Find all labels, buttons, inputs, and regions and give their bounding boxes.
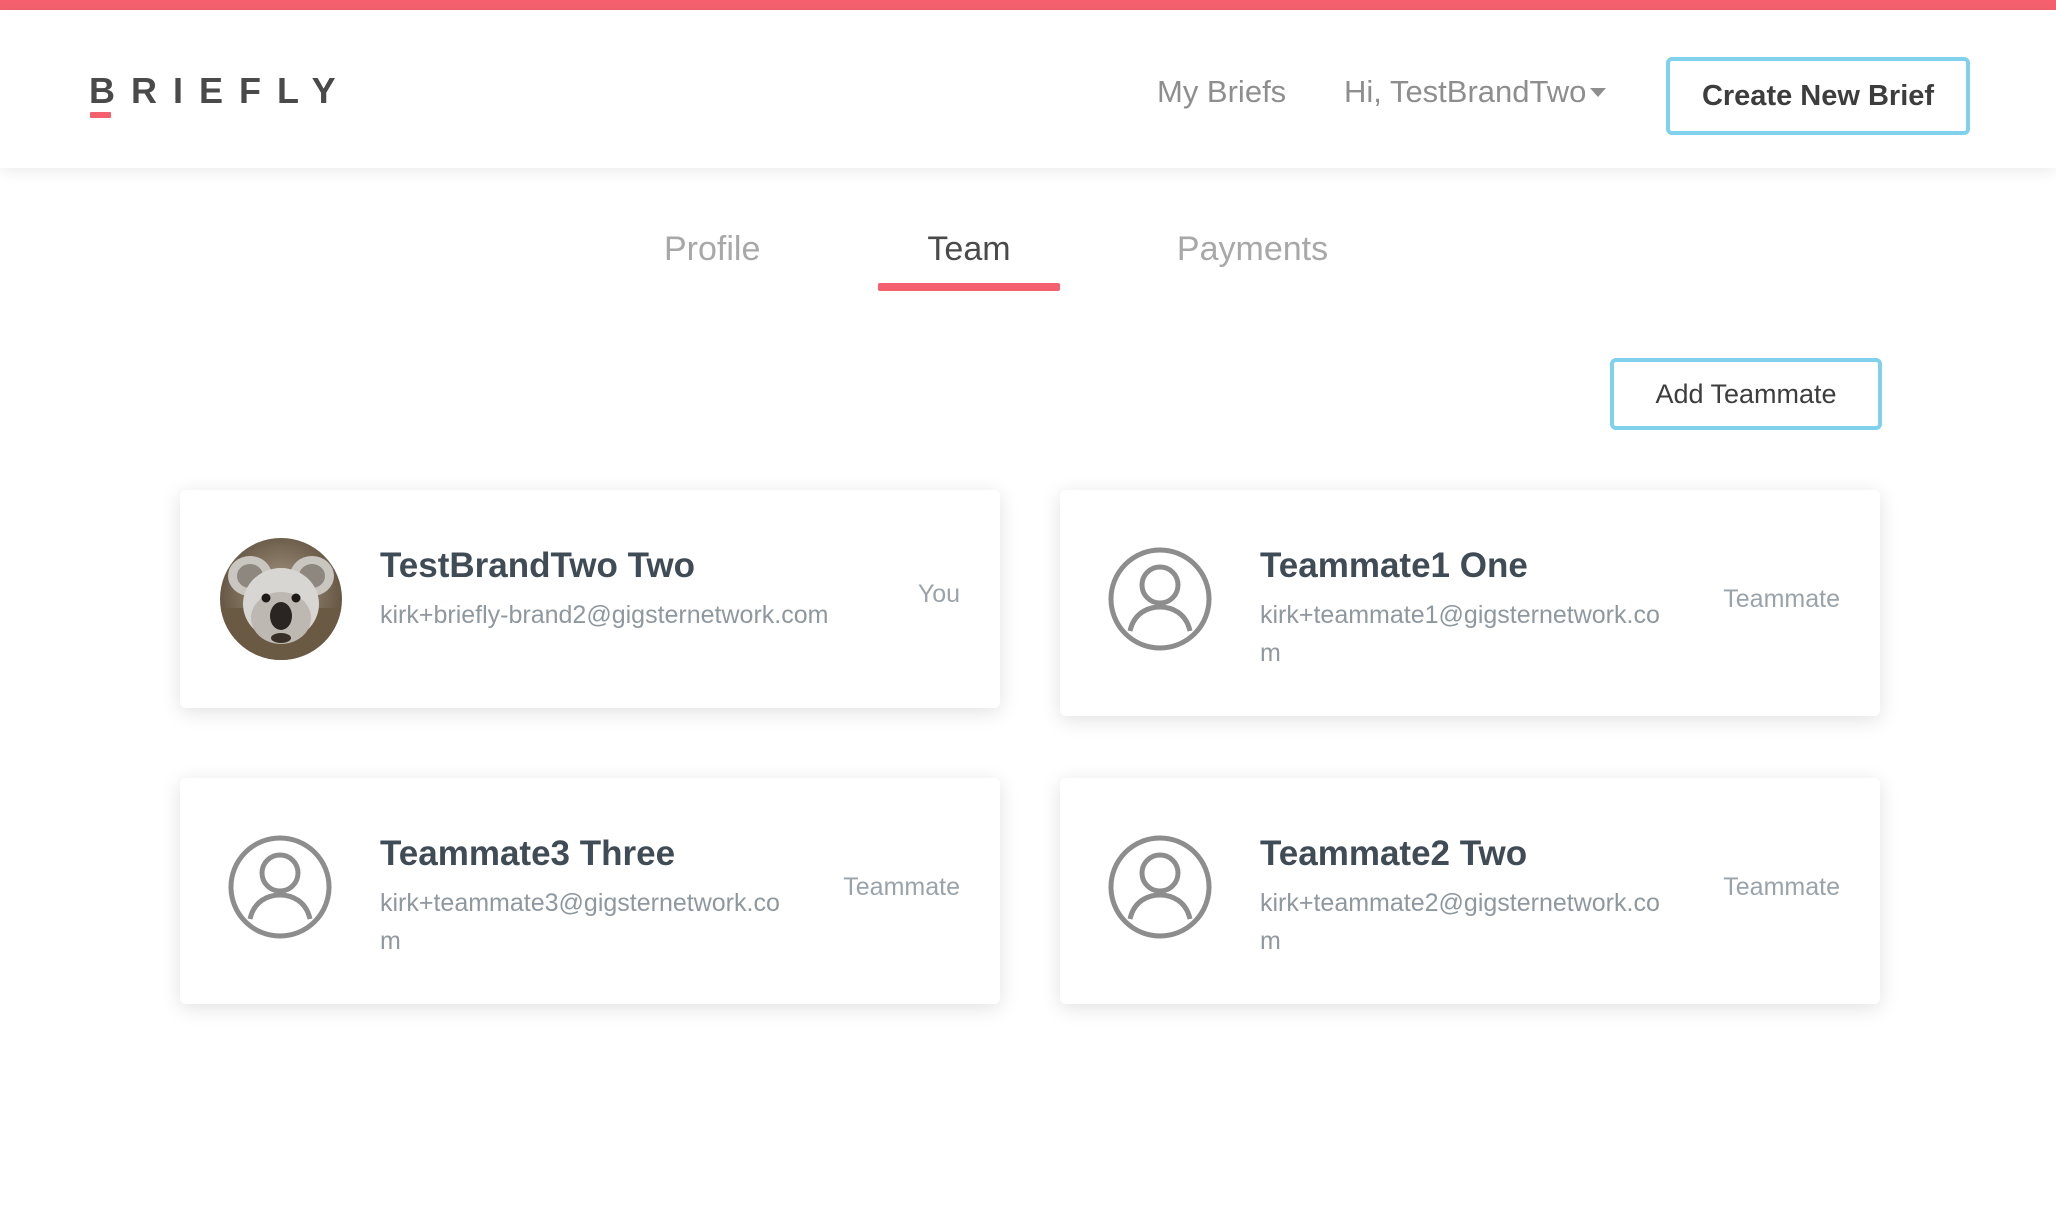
nav-my-briefs-link[interactable]: My Briefs (1157, 74, 1286, 110)
member-role-badge: Teammate (1723, 585, 1840, 613)
logo[interactable]: BRIEFLY (89, 70, 352, 112)
user-icon (1108, 835, 1212, 939)
member-card: TestBrandTwo Two kirk+briefly-brand2@gig… (180, 490, 1000, 708)
koala-avatar-image (220, 538, 342, 660)
create-new-brief-button[interactable]: Create New Brief (1666, 57, 1970, 135)
member-card: Teammate3 Three kirk+teammate3@gigsterne… (180, 778, 1000, 1004)
logo-accent-underline (90, 112, 111, 118)
member-name: Teammate3 Three (380, 834, 676, 873)
member-name: Teammate1 One (1260, 546, 1528, 585)
member-role-badge: Teammate (1723, 873, 1840, 901)
top-accent-stripe (0, 0, 2056, 10)
chevron-down-icon[interactable] (1590, 88, 1606, 97)
tab-team[interactable]: Team (878, 230, 1060, 269)
member-card: Teammate2 Two kirk+teammate2@gigsternetw… (1060, 778, 1880, 1004)
member-role-badge: Teammate (843, 873, 960, 901)
active-tab-indicator (878, 283, 1060, 291)
user-icon (228, 835, 332, 939)
member-email: kirk+teammate3@gigsternetwork.com (380, 889, 780, 955)
member-email: kirk+briefly-brand2@gigsternetwork.com (380, 601, 829, 629)
add-teammate-button[interactable]: Add Teammate (1610, 358, 1882, 430)
member-email: kirk+teammate2@gigsternetwork.com (1260, 889, 1660, 955)
user-icon (1108, 547, 1212, 651)
member-role-badge: You (917, 580, 960, 608)
tab-profile[interactable]: Profile (664, 230, 760, 269)
member-name: TestBrandTwo Two (380, 546, 695, 585)
member-name: Teammate2 Two (1260, 834, 1528, 873)
top-navbar: BRIEFLY My Briefs Hi, TestBrandTwo Creat… (0, 10, 2056, 168)
member-email: kirk+teammate1@gigsternetwork.com (1260, 601, 1660, 667)
tab-payments[interactable]: Payments (1170, 230, 1335, 269)
user-menu-dropdown[interactable]: Hi, TestBrandTwo (1344, 74, 1586, 110)
avatar (220, 538, 342, 660)
member-card: Teammate1 One kirk+teammate1@gigsternetw… (1060, 490, 1880, 716)
